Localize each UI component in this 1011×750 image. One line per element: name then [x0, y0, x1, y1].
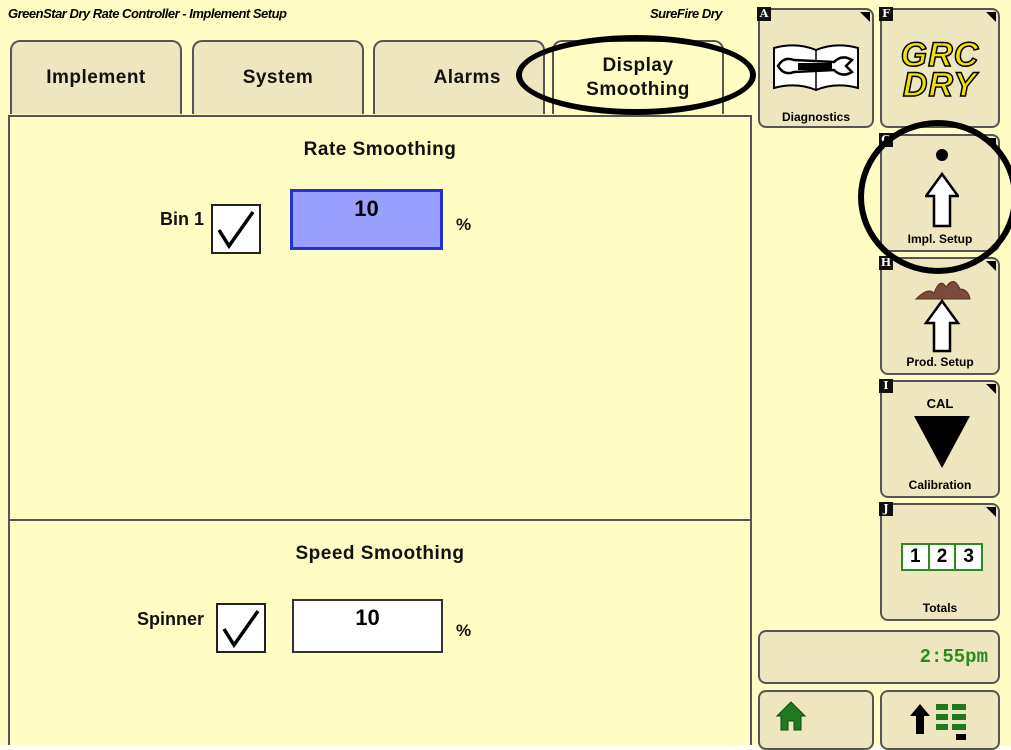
prod-setup-button[interactable]: H Prod. Setup — [879, 256, 1000, 375]
screen: GreenStar Dry Rate Controller - Implemen… — [0, 0, 1011, 750]
corner-indicator — [986, 12, 996, 22]
diagnostics-label: Diagnostics — [781, 110, 850, 124]
counter-digit-1: 1 — [903, 545, 930, 569]
grc-dry-button[interactable]: F GRC DRY — [879, 7, 1000, 128]
bin1-unit: % — [456, 215, 472, 234]
totals-label: Totals — [922, 601, 958, 615]
softkey-i-label: I — [879, 379, 893, 393]
diagnostics-button[interactable]: A Diagnostics — [757, 7, 874, 128]
menu-up-icon — [910, 704, 966, 740]
highlight-circle-impl-setup — [858, 120, 1011, 274]
rate-smoothing-panel: Rate Smoothing Bin 1 10 % — [8, 115, 752, 521]
header-product: SureFire Dry — [650, 6, 723, 21]
counter-digit-2: 2 — [930, 545, 957, 569]
calibration-button[interactable]: I CAL Calibration — [879, 379, 1000, 498]
bin1-checkbox[interactable] — [211, 204, 261, 254]
softkey-j-label: J — [879, 502, 893, 516]
softkey-a-label: A — [757, 7, 771, 21]
cal-text: CAL — [926, 396, 954, 411]
rate-smoothing-title: Rate Smoothing — [303, 139, 457, 160]
checkmark-icon — [217, 210, 255, 250]
spinner-unit: % — [456, 621, 472, 640]
corner-indicator — [986, 261, 996, 271]
tab-alarms-label: Alarms — [433, 67, 501, 88]
tab-system[interactable]: System — [192, 40, 364, 114]
header-title: GreenStar Dry Rate Controller - Implemen… — [8, 6, 287, 21]
prod-setup-label: Prod. Setup — [906, 355, 974, 369]
tab-system-label: System — [242, 67, 314, 88]
tab-implement-label: Implement — [46, 67, 146, 88]
clock-display: 2:55pm — [758, 630, 1000, 684]
spinner-checkbox[interactable] — [216, 603, 266, 653]
tab-implement[interactable]: Implement — [10, 40, 182, 114]
counter-icon: 1 2 3 — [901, 543, 983, 571]
clock-text: 2:55pm — [919, 646, 988, 668]
home-button[interactable] — [758, 690, 874, 750]
dry-text: DRY — [902, 66, 978, 104]
calibration-label: Calibration — [908, 478, 972, 492]
softkey-f-label: F — [879, 7, 893, 21]
grc-dry-logo: GRC DRY — [882, 37, 998, 104]
bin1-rate-input[interactable]: 10 — [290, 189, 443, 250]
corner-indicator — [986, 384, 996, 394]
down-triangle-icon — [914, 416, 970, 468]
wrench-book-icon — [773, 44, 859, 92]
counter-digit-3: 3 — [963, 546, 974, 567]
prod-setup-icon — [914, 281, 971, 353]
spinner-speed-input[interactable]: 10 — [292, 599, 443, 653]
bin1-label: Bin 1 — [159, 209, 204, 229]
menu-button[interactable] — [880, 690, 1000, 750]
checkmark-icon — [222, 609, 260, 649]
corner-indicator — [986, 507, 996, 517]
spinner-label: Spinner — [136, 609, 204, 629]
speed-smoothing-panel: Speed Smoothing Spinner 10 % — [8, 519, 752, 745]
speed-smoothing-title: Speed Smoothing — [295, 543, 465, 564]
totals-button[interactable]: J 1 2 3 Totals — [879, 502, 1000, 621]
corner-indicator — [860, 12, 870, 22]
highlight-circle-display-smoothing — [516, 35, 756, 115]
home-icon — [776, 701, 806, 731]
